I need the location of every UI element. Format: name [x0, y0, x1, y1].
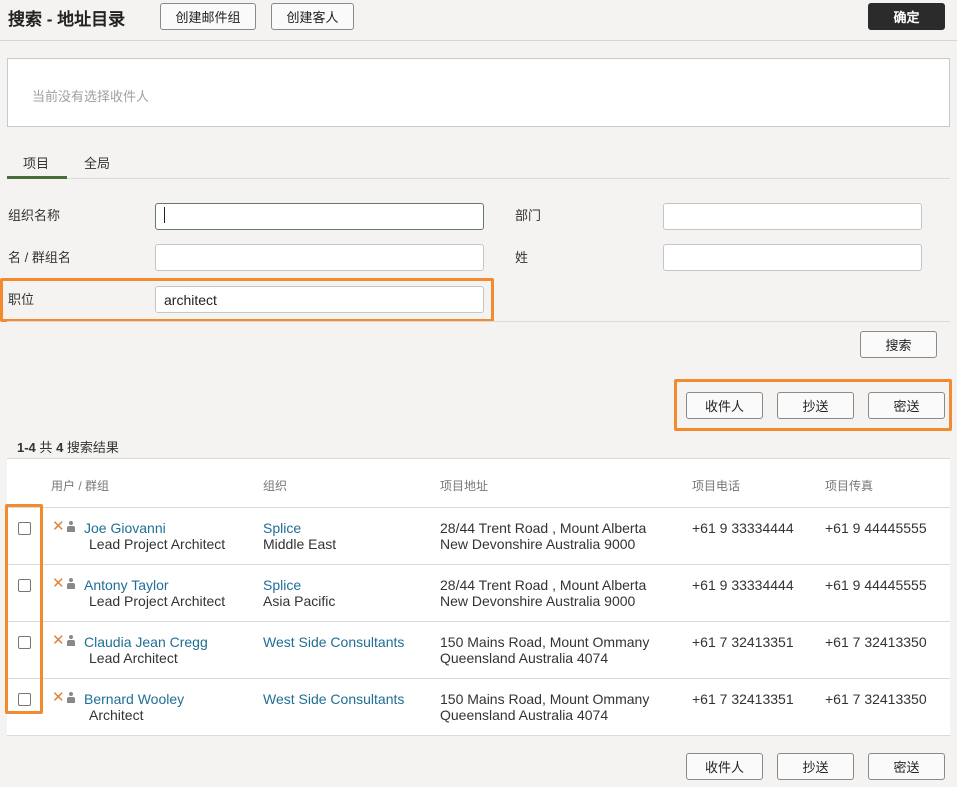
phone-value: +61 7 32413351 [692, 634, 794, 650]
fax-value: +61 7 32413350 [825, 634, 927, 650]
address-line2: Queensland Australia 4074 [440, 707, 609, 723]
phone-value: +61 9 33334444 [692, 577, 794, 593]
department-input[interactable] [663, 203, 922, 230]
person-icon [67, 578, 75, 589]
position-label: 职位 [8, 292, 35, 307]
org-link[interactable]: Splice [263, 577, 301, 593]
address-line1: 150 Mains Road, Mount Ommany [440, 634, 650, 650]
text-caret [164, 207, 165, 223]
org-name-input[interactable] [155, 203, 484, 230]
org-sub: Asia Pacific [263, 593, 336, 609]
fax-value: +61 7 32413350 [825, 691, 927, 707]
tab-divider [7, 178, 950, 179]
address-line2: Queensland Australia 4074 [440, 650, 609, 666]
last-name-label: 姓 [515, 250, 529, 265]
close-x-icon: ✕ [52, 518, 65, 535]
org-link[interactable]: West Side Consultants [263, 634, 404, 650]
results-count: 1-4 共 4 搜索结果 [17, 440, 119, 455]
header-divider [0, 40, 957, 41]
org-link[interactable]: Splice [263, 520, 301, 536]
add-bcc-button[interactable]: 密送 [868, 392, 945, 419]
create-mail-group-button[interactable]: 创建邮件组 [160, 3, 256, 30]
confirm-button[interactable]: 确定 [868, 3, 945, 30]
person-icon [67, 635, 75, 646]
address-line1: 28/44 Trent Road , Mount Alberta [440, 577, 647, 593]
address-line1: 150 Mains Road, Mount Ommany [440, 691, 650, 707]
search-button[interactable]: 搜索 [860, 331, 937, 358]
user-job-title: Lead Architect [89, 650, 178, 666]
results-table: 用户 / 群组 组织 项目地址 项目电话 项目传真 ✕ Joe Giovanni… [7, 458, 950, 736]
table-row: ✕ Claudia Jean Cregg Lead Architect West … [7, 622, 950, 679]
first-name-label: 名 / 群组名 [8, 250, 71, 265]
user-name-link[interactable]: Bernard Wooley [84, 691, 184, 707]
address-line2: New Devonshire Australia 9000 [440, 536, 636, 552]
col-header-fax: 项目传真 [825, 479, 874, 493]
address-line1: 28/44 Trent Road , Mount Alberta [440, 520, 647, 536]
phone-value: +61 9 33334444 [692, 520, 794, 536]
person-icon [67, 521, 75, 532]
fax-value: +61 9 44445555 [825, 577, 927, 593]
org-name-label: 组织名称 [8, 208, 61, 223]
position-input[interactable] [155, 286, 484, 313]
table-row: ✕ Bernard Wooley Architect West Side Cons… [7, 679, 950, 736]
col-header-address: 项目地址 [440, 479, 489, 493]
add-to-button[interactable]: 收件人 [686, 392, 763, 419]
phone-value: +61 7 32413351 [692, 691, 794, 707]
user-job-title: Lead Project Architect [89, 536, 226, 552]
add-cc-button[interactable]: 抄送 [777, 392, 854, 419]
user-name-link[interactable]: Joe Giovanni [84, 520, 166, 536]
user-name-link[interactable]: Claudia Jean Cregg [84, 634, 208, 650]
tab-project[interactable]: 项目 [23, 153, 49, 172]
first-name-input[interactable] [155, 244, 484, 271]
person-icon [67, 692, 75, 703]
no-recipients-text: 当前没有选择收件人 [32, 89, 150, 104]
active-tab-indicator [7, 176, 67, 179]
department-label: 部门 [515, 208, 542, 223]
org-link[interactable]: West Side Consultants [263, 691, 404, 707]
col-header-user: 用户 / 群组 [51, 479, 110, 493]
user-job-title: Lead Project Architect [89, 593, 226, 609]
close-x-icon: ✕ [52, 689, 65, 706]
add-bcc-button-bottom[interactable]: 密送 [868, 753, 945, 780]
last-name-input[interactable] [663, 244, 922, 271]
selected-recipients-box: 当前没有选择收件人 [7, 58, 950, 127]
col-header-org: 组织 [263, 479, 288, 493]
page-title: 搜索 - 地址目录 [8, 10, 126, 29]
user-job-title: Architect [89, 707, 144, 723]
close-x-icon: ✕ [52, 632, 65, 649]
form-divider [7, 321, 950, 322]
close-x-icon: ✕ [52, 575, 65, 592]
user-name-link[interactable]: Antony Taylor [84, 577, 169, 593]
add-cc-button-bottom[interactable]: 抄送 [777, 753, 854, 780]
org-sub: Middle East [263, 536, 337, 552]
add-to-button-bottom[interactable]: 收件人 [686, 753, 763, 780]
checkbox-column-highlight [5, 504, 43, 714]
table-row: ✕ Joe Giovanni Lead Project Architect Spl… [7, 508, 950, 565]
fax-value: +61 9 44445555 [825, 520, 927, 536]
tab-global[interactable]: 全局 [84, 153, 110, 172]
table-row: ✕ Antony Taylor Lead Project Architect Sp… [7, 565, 950, 622]
address-line2: New Devonshire Australia 9000 [440, 593, 636, 609]
col-header-phone: 项目电话 [692, 479, 741, 493]
create-guest-button[interactable]: 创建客人 [271, 3, 354, 30]
